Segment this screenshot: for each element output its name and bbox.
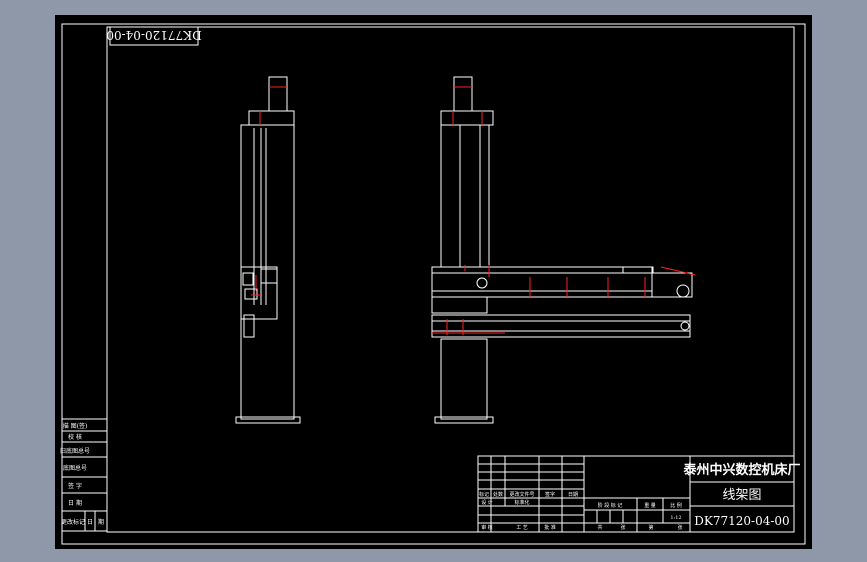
tb-scale: 比 例 [670,502,682,509]
side-view [235,76,301,424]
tb-sheet: 共 [597,524,602,531]
tb-page: 第 [648,524,653,531]
left-footer-2: 日 [87,519,93,526]
left-row-4: 底图总号 [63,464,87,472]
tb-stage: 阶 段 标 记 [598,502,623,509]
tb-check: 审 核 [481,524,493,531]
tb-mark: 标记 [479,491,489,498]
drawing-title: 线架图 [722,488,761,503]
drawing-code: DK77120-04-00 [694,514,789,528]
tb-approve: 批 准 [544,524,556,531]
tb-process: 工 艺 [516,525,528,531]
tb-design: 设 计 [481,499,493,506]
tb-ratio: 1:12 [670,515,681,521]
drawing-canvas: DK77120-04-00 描 图(签) 校 核 旧底图总号 底图总号 签 字 … [60,23,806,545]
front-view-dims [432,86,696,335]
left-revision-block: 描 图(签) 校 核 旧底图总号 底图总号 签 字 日 期 更改标记 日 期 [60,418,108,532]
tb-sign: 签字 [545,491,555,498]
left-row-1: 描 图(签) [63,422,88,430]
tb-sheet2: 张 [620,524,625,531]
left-row-2: 校 核 [68,433,82,441]
tb-weight: 重 量 [644,502,656,509]
left-footer-3: 期 [98,518,104,526]
left-footer-1: 更改标记 [61,518,85,526]
tb-count: 处数 [493,491,503,498]
top-code-box: DK77120-04-00 [106,26,202,46]
tb-std: 标准化 [514,499,529,506]
left-row-5: 签 字 [68,482,82,490]
drawing-sheet[interactable]: DK77120-04-00 描 图(签) 校 核 旧底图总号 底图总号 签 字 … [55,15,812,549]
tb-date: 日期 [568,492,578,498]
side-view-dims [251,86,287,296]
left-row-3: 旧底图总号 [60,447,90,455]
title-block: 标记 处数 更改文件号 签字 日期 设 计 标准化 审 核 工 艺 批 准 阶 … [477,455,801,533]
left-row-6: 日 期 [68,499,82,507]
top-code: DK77120-04-00 [106,28,201,42]
tb-doc: 更改文件号 [509,491,534,498]
cad-viewport[interactable]: DK77120-04-00 描 图(签) 校 核 旧底图总号 底图总号 签 字 … [0,0,867,562]
front-view [431,76,693,424]
company-name: 泰州中兴数控机床厂 [682,462,800,478]
tb-page2: 张 [677,524,682,531]
